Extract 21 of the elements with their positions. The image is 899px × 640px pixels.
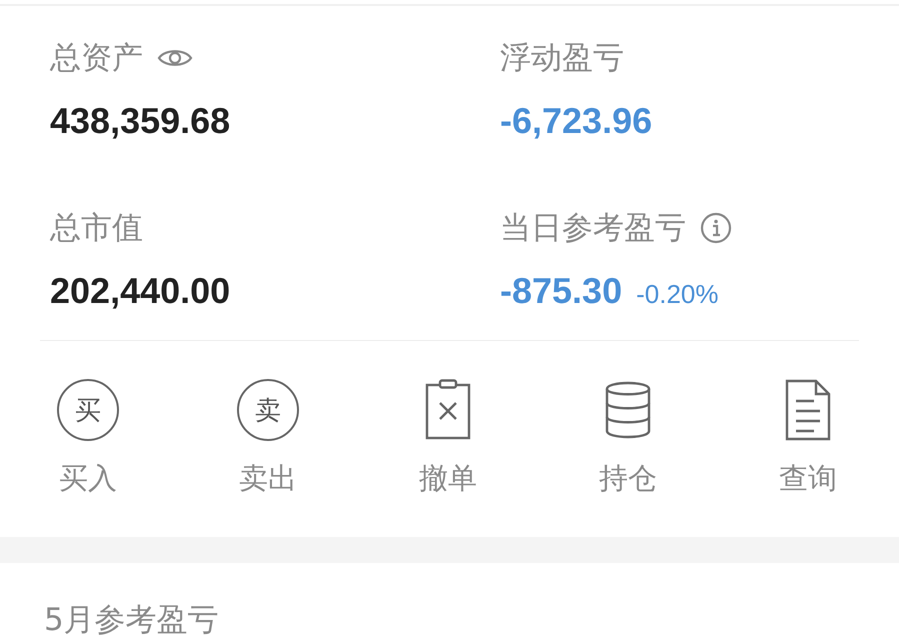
info-icon[interactable] — [700, 212, 732, 244]
document-icon — [784, 379, 832, 441]
database-icon — [604, 379, 652, 441]
section-title: 5月参考盈亏 — [44, 602, 219, 638]
stat-label: 当日参考盈亏 — [500, 209, 686, 248]
clipboard-x-icon — [424, 379, 472, 441]
action-button[interactable]: 撤单 — [358, 379, 538, 537]
stat-value: 202,440.00 — [50, 270, 230, 312]
circle-glyph-icon: 买 — [57, 379, 119, 441]
stat-value: 438,359.68 — [50, 100, 230, 142]
change-percent: -0.20% — [636, 279, 718, 310]
stat-label: 浮动盈亏 — [500, 39, 624, 78]
stat-label: 总市值 — [50, 209, 143, 248]
stat-value: -6,723.96 — [500, 100, 652, 142]
action-button[interactable]: 卖 卖出 — [178, 379, 358, 537]
action-button[interactable]: 查询 — [718, 379, 898, 537]
stat-label: 总资产 — [50, 39, 143, 78]
action-button[interactable]: 持仓 — [538, 379, 718, 537]
circle-glyph-icon: 卖 — [237, 379, 299, 441]
stat-value: -875.30 — [500, 270, 622, 312]
action-button[interactable]: 买 买入 — [0, 379, 178, 537]
